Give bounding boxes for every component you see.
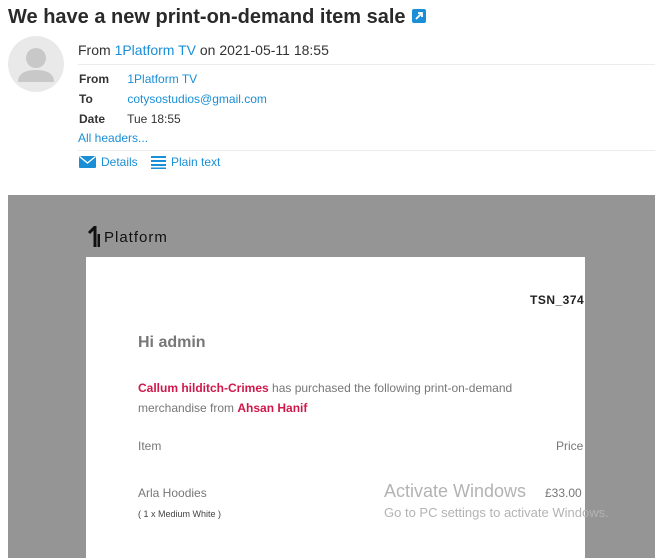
brand-logo: Platform	[87, 226, 168, 248]
from-prefix: From	[78, 42, 111, 58]
header-key-from: From	[79, 72, 109, 86]
order-reference: TSN_374	[530, 293, 585, 307]
header-row-to: To cotysostudios@gmail.com	[79, 92, 267, 106]
from-summary: From 1Platform TV on 2021-05-11 18:55	[78, 42, 329, 58]
header-key-date: Date	[79, 112, 106, 126]
sender-avatar	[8, 36, 64, 92]
header-key-to: To	[79, 92, 93, 106]
buyer-name: Callum hilditch-Crimes	[138, 381, 269, 395]
header-value-from[interactable]: 1Platform TV	[127, 72, 197, 86]
from-name-link[interactable]: 1Platform TV	[115, 42, 196, 58]
plain-text-button[interactable]: Plain text	[151, 155, 220, 169]
open-external-icon[interactable]	[411, 8, 426, 23]
column-header-item: Item	[138, 439, 162, 453]
divider	[78, 64, 655, 65]
from-on-text: on	[199, 42, 216, 58]
divider	[78, 150, 655, 151]
from-datetime: 2021-05-11 18:55	[219, 42, 329, 58]
details-label: Details	[101, 155, 138, 169]
column-header-price: Price	[556, 439, 584, 453]
purchase-description: Callum hilditch-Crimes has purchased the…	[138, 378, 558, 418]
header-value-to[interactable]: cotysostudios@gmail.com	[127, 92, 267, 106]
platform-logo-icon	[87, 226, 100, 247]
lines-icon	[151, 156, 166, 169]
product-options: ( 1 x Medium White )	[138, 509, 222, 519]
seller-name: Ahsan Hanif	[237, 401, 308, 415]
person-icon	[18, 48, 54, 82]
activation-watermark-title: Activate Windows	[384, 481, 527, 501]
header-value-date: Tue 18:55	[127, 112, 181, 126]
product-name: Arla Hoodies	[138, 486, 207, 500]
greeting: Hi admin	[138, 334, 206, 351]
email-subject: We have a new print-on-demand item sale	[8, 6, 426, 29]
header-row-date: Date Tue 18:55	[79, 112, 181, 126]
brand-text: Platform	[104, 228, 168, 246]
details-button[interactable]: Details	[79, 155, 138, 169]
header-row-from: From 1Platform TV	[79, 72, 197, 86]
envelope-icon	[79, 156, 96, 168]
product-price: £33.00	[545, 486, 582, 500]
subject-text: We have a new print-on-demand item sale	[8, 6, 406, 28]
activation-watermark-subtitle: Go to PC settings to activate Windows.	[384, 505, 609, 520]
all-headers-link[interactable]: All headers...	[78, 131, 148, 145]
plain-text-label: Plain text	[171, 155, 221, 169]
